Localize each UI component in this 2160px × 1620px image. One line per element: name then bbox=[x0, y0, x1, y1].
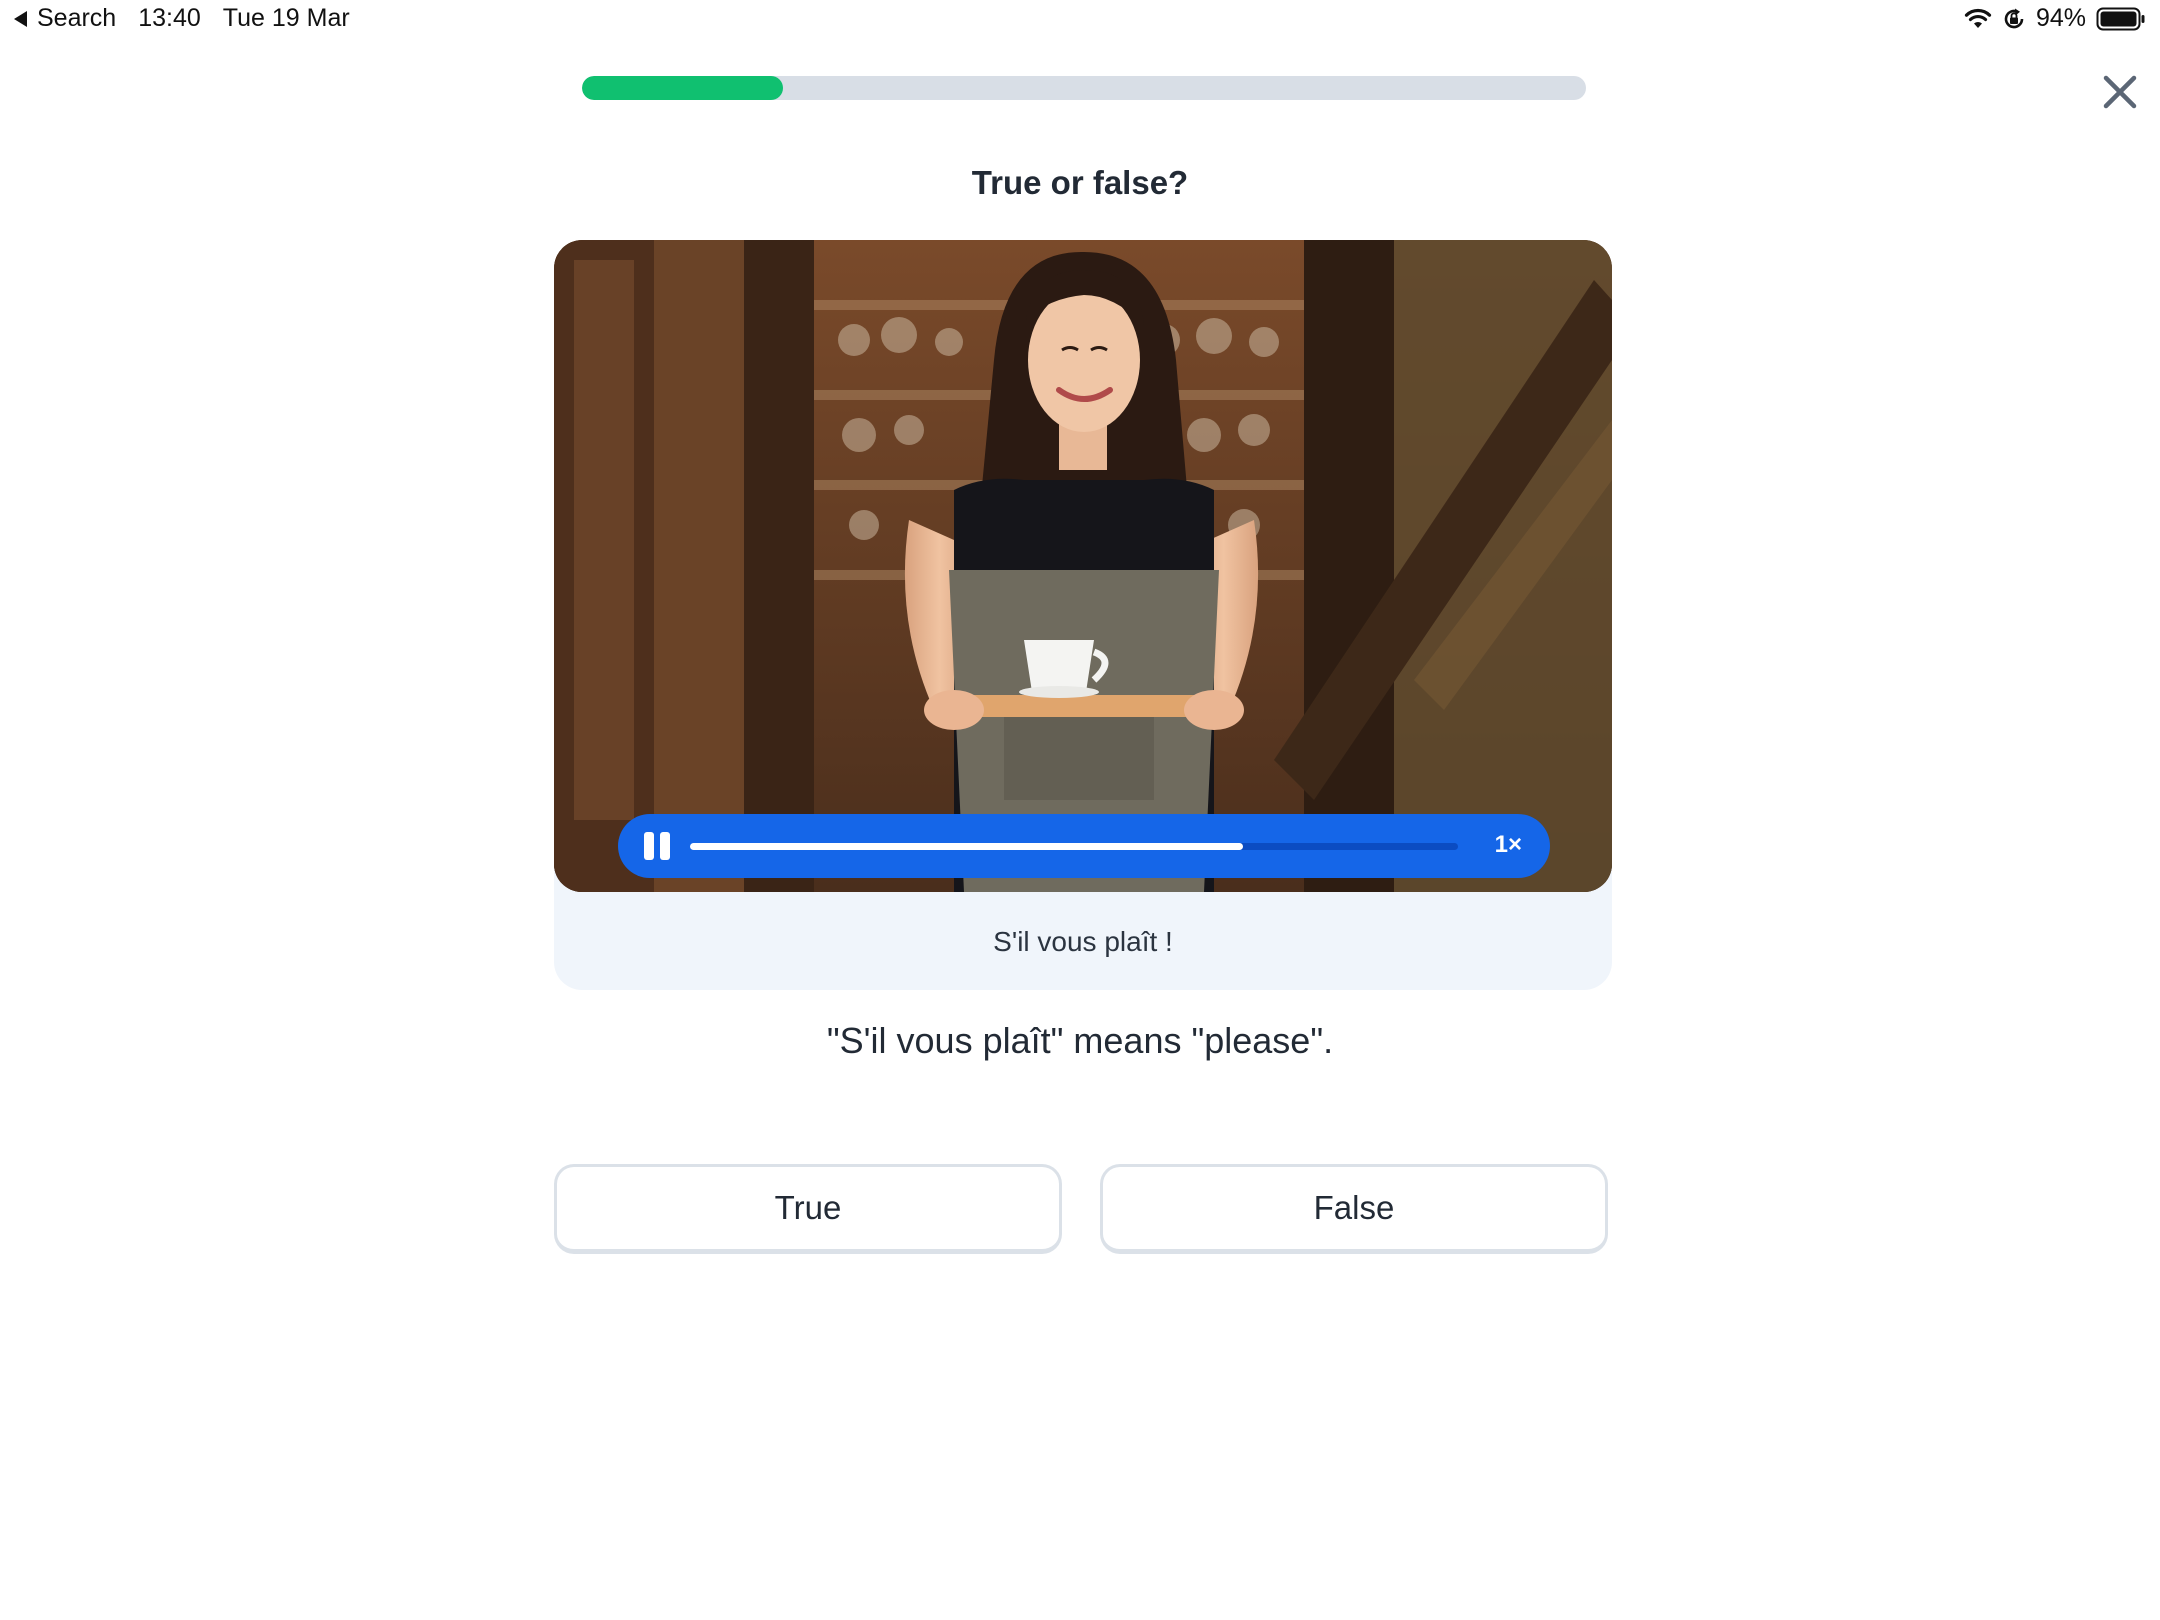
status-bar: Search 13:40 Tue 19 Mar 94% bbox=[0, 0, 2160, 40]
close-icon[interactable] bbox=[2100, 72, 2140, 112]
false-answer-button[interactable]: False bbox=[1100, 1164, 1608, 1254]
media-card: 1× S'il vous plaît ! bbox=[554, 240, 1612, 990]
status-right: 94% bbox=[1964, 4, 2146, 33]
video-scrubber-fill bbox=[690, 843, 1243, 850]
barista-photo bbox=[554, 240, 1612, 892]
lesson-progress-fill bbox=[582, 76, 783, 100]
back-arrow-icon[interactable] bbox=[14, 10, 27, 27]
wifi-icon bbox=[1964, 8, 1992, 30]
playback-speed-button[interactable]: 1× bbox=[1495, 831, 1522, 859]
video-scrubber[interactable] bbox=[690, 843, 1458, 850]
pause-icon[interactable] bbox=[642, 832, 674, 860]
battery-icon bbox=[2096, 7, 2146, 31]
orientation-lock-icon bbox=[2002, 7, 2026, 31]
video-controls: 1× bbox=[618, 814, 1550, 878]
status-time: 13:40 bbox=[138, 4, 201, 32]
status-date: Tue 19 Mar bbox=[222, 4, 350, 32]
video-caption: S'il vous plaît ! bbox=[993, 926, 1173, 957]
close-button[interactable] bbox=[2092, 64, 2148, 120]
question-statement: "S'il vous plaît" means "please". bbox=[826, 1020, 1334, 1061]
question-title: True or false? bbox=[971, 164, 1189, 201]
battery-percentage: 94% bbox=[2035, 4, 2086, 32]
status-left[interactable]: Search 13:40 Tue 19 Mar bbox=[14, 4, 350, 33]
video-player[interactable]: 1× bbox=[554, 240, 1612, 892]
true-answer-button[interactable]: True bbox=[554, 1164, 1062, 1254]
lesson-progress-bar bbox=[582, 76, 1586, 100]
back-to-search-link[interactable]: Search bbox=[37, 4, 116, 33]
